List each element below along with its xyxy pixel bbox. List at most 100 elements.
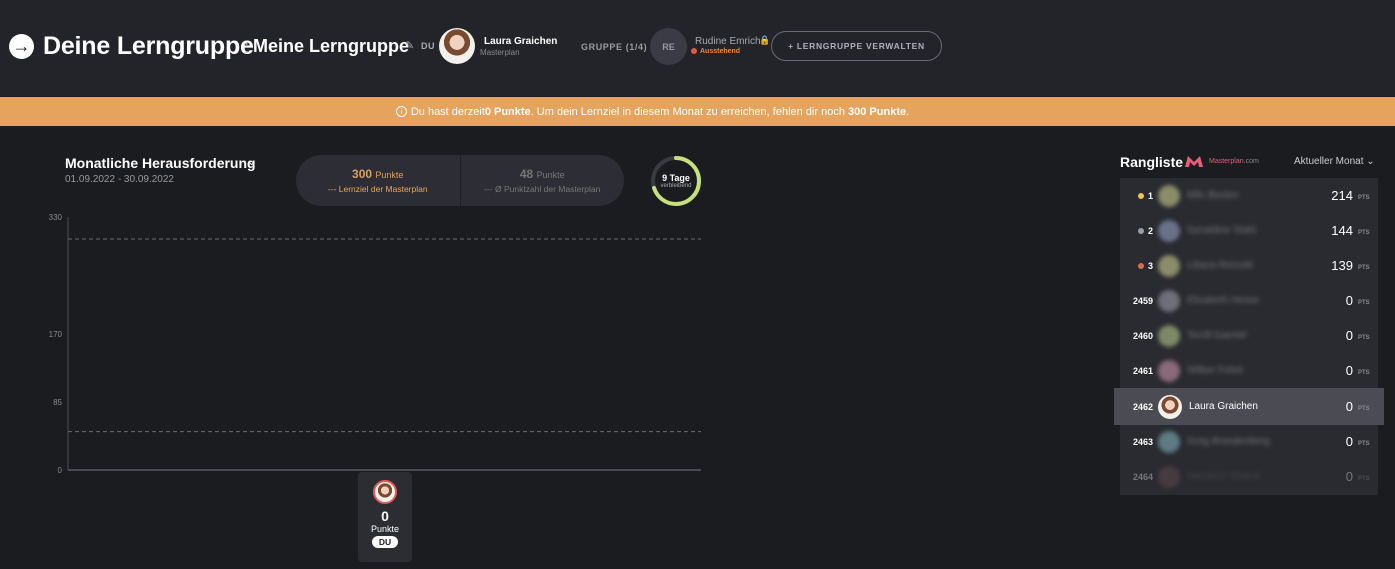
rank-position: 3	[1120, 261, 1153, 271]
challenge-dates: 01.09.2022 - 30.09.2022	[65, 174, 174, 185]
ranking-row[interactable]: 2463 Greg Brandenberg 0 PTS	[1120, 424, 1378, 459]
back-arrow-icon[interactable]: →	[9, 34, 34, 59]
rank-points: 0	[1345, 328, 1353, 343]
rank-avatar	[1158, 254, 1180, 277]
rank-points: 0	[1345, 399, 1353, 414]
rank-points-unit: PTS	[1358, 299, 1370, 306]
ranking-row[interactable]: 2460 Terrill Gaertel 0 PTS	[1120, 318, 1378, 353]
group-count: GRUPPE (1/4)	[581, 42, 648, 52]
goal-stat: 300 Punkte --- Lernziel der Masterplan	[296, 155, 460, 206]
rank-position: 2462	[1114, 402, 1153, 412]
rank-name: Terrill Gaertel	[1187, 330, 1247, 341]
info-icon: i	[395, 106, 407, 117]
brand-domain: .com	[1243, 158, 1259, 165]
manage-group-button[interactable]: + LERNGRUPPE VERWALTEN	[771, 31, 942, 61]
month-select[interactable]: Aktueller Monat ⌄	[1294, 156, 1375, 167]
rank-number: 2462	[1132, 401, 1153, 412]
rank-position: 1	[1120, 191, 1153, 201]
rank-points-unit: PTS	[1358, 440, 1370, 447]
page-title: Deine Lerngruppe	[43, 32, 254, 60]
y-tick-label: 85	[53, 398, 62, 407]
days-remaining: 9 Tage verbleibend	[649, 154, 703, 208]
ranking-row[interactable]: 2464 Hendrich Strand 0 PTS	[1120, 459, 1378, 494]
rank-position: 2463	[1120, 437, 1153, 447]
rank-points: 144	[1331, 223, 1353, 238]
rank-avatar	[1158, 289, 1180, 312]
days-value: 9 Tage	[662, 173, 690, 183]
rank-position: 2464	[1120, 472, 1153, 482]
rank-name: Liliana Reinold	[1187, 260, 1253, 271]
lock-icon: 🔒	[759, 35, 771, 45]
goal-value: 300	[352, 167, 373, 181]
y-tick-label: 330	[49, 213, 63, 222]
status-dot-icon	[691, 48, 697, 55]
user-points-card: 0 Punkte DU	[358, 472, 412, 562]
pending-member-avatar[interactable]: RE	[650, 28, 687, 65]
rank-position: 2460	[1120, 331, 1153, 341]
rank-points: 0	[1345, 434, 1353, 449]
brand-name: Masterplan	[1209, 158, 1244, 165]
rank-avatar	[1158, 465, 1180, 488]
pencil-icon[interactable]: ✎	[405, 39, 414, 52]
chevron-down-icon: ⌄	[1366, 156, 1375, 167]
rank-name: Wilber Feleit	[1187, 365, 1243, 376]
rank-points: 139	[1331, 258, 1353, 273]
rank-number: 2459	[1132, 295, 1153, 306]
medal-dot-icon	[1137, 193, 1144, 200]
ranking-row[interactable]: 2459 Elisabeth Hesse 0 PTS	[1120, 283, 1378, 318]
rank-avatar	[1158, 359, 1180, 382]
chevron-down-icon[interactable]: ⌄	[247, 155, 256, 168]
user-avatar[interactable]	[439, 28, 475, 64]
user-card-points: 0	[381, 508, 389, 524]
rank-number: 2464	[1132, 471, 1153, 482]
banner-text-post: .	[906, 105, 910, 118]
rank-points-unit: PTS	[1358, 334, 1370, 341]
rank-name: Milo Becker	[1187, 190, 1240, 201]
rank-points-unit: PTS	[1358, 229, 1370, 236]
pending-status-badge: Ausstehend	[691, 48, 740, 55]
ranking-row[interactable]: 2461 Wilber Feleit 0 PTS	[1120, 353, 1378, 388]
challenge-title[interactable]: Monatliche Herausforderung	[65, 155, 256, 171]
ranking-list: 1 Milo Becker 214 PTS 2 Geraldine Stahl 144 PTS…	[1114, 178, 1384, 495]
rank-name: Laura Graichen	[1189, 401, 1258, 412]
ranking-row[interactable]: 2462 Laura Graichen 0 PTS	[1114, 388, 1384, 425]
rank-points: 0	[1345, 469, 1353, 484]
rank-points-unit: PTS	[1358, 475, 1370, 482]
rank-name: Geraldine Stahl	[1187, 225, 1256, 236]
rank-number: 2461	[1132, 365, 1153, 376]
rank-number: 2463	[1132, 436, 1153, 447]
average-unit: Punkte	[536, 170, 565, 180]
challenge-chart: 0 85 170 330	[49, 213, 701, 475]
challenge-stats: 300 Punkte --- Lernziel der Masterplan 4…	[296, 155, 624, 206]
rank-name: Hendrich Strand	[1187, 471, 1260, 482]
rank-points: 214	[1331, 188, 1353, 203]
month-select-value: Aktueller Monat	[1294, 156, 1364, 167]
rank-avatar	[1158, 394, 1182, 419]
y-tick-label: 0	[58, 466, 63, 475]
rank-number: 2460	[1132, 330, 1153, 341]
rank-number: 2	[1147, 225, 1153, 236]
masterplan-brand: Masterplan.com	[1209, 158, 1259, 165]
average-label: --- Ø Punktzahl der Masterplan	[484, 184, 601, 194]
goal-unit: Punkte	[375, 170, 404, 180]
banner-text-mid: . Um dein Lernziel in diesem Monat zu er…	[530, 105, 849, 118]
ranking-row[interactable]: 3 Liliana Reinold 139 PTS	[1120, 248, 1378, 283]
ranking-title: Rangliste	[1120, 154, 1184, 170]
medal-dot-icon	[1137, 263, 1144, 270]
rank-points-unit: PTS	[1358, 264, 1370, 271]
medal-dot-icon	[1137, 228, 1144, 235]
rank-points-unit: PTS	[1358, 369, 1370, 376]
user-card-points-label: Punkte	[370, 524, 400, 534]
ranking-row[interactable]: 2 Geraldine Stahl 144 PTS	[1120, 213, 1378, 248]
points-info-banner: i Du hast derzeit 0 Punkte . Um dein Ler…	[0, 97, 1395, 126]
rank-avatar	[1158, 324, 1180, 347]
rank-name: Greg Brandenberg	[1187, 436, 1270, 447]
goal-label: --- Lernziel der Masterplan	[327, 184, 428, 194]
rank-position: 2461	[1120, 366, 1153, 376]
ranking-row[interactable]: 1 Milo Becker 214 PTS	[1120, 178, 1378, 213]
top-header: → Deine Lerngruppe : Meine Lerngruppe ✎ …	[0, 0, 1395, 96]
banner-text-pre: Du hast derzeit	[410, 105, 485, 118]
user-name: Laura Graichen	[484, 36, 558, 47]
masterplan-logo-icon	[1185, 156, 1203, 167]
rank-points: 0	[1345, 293, 1353, 308]
